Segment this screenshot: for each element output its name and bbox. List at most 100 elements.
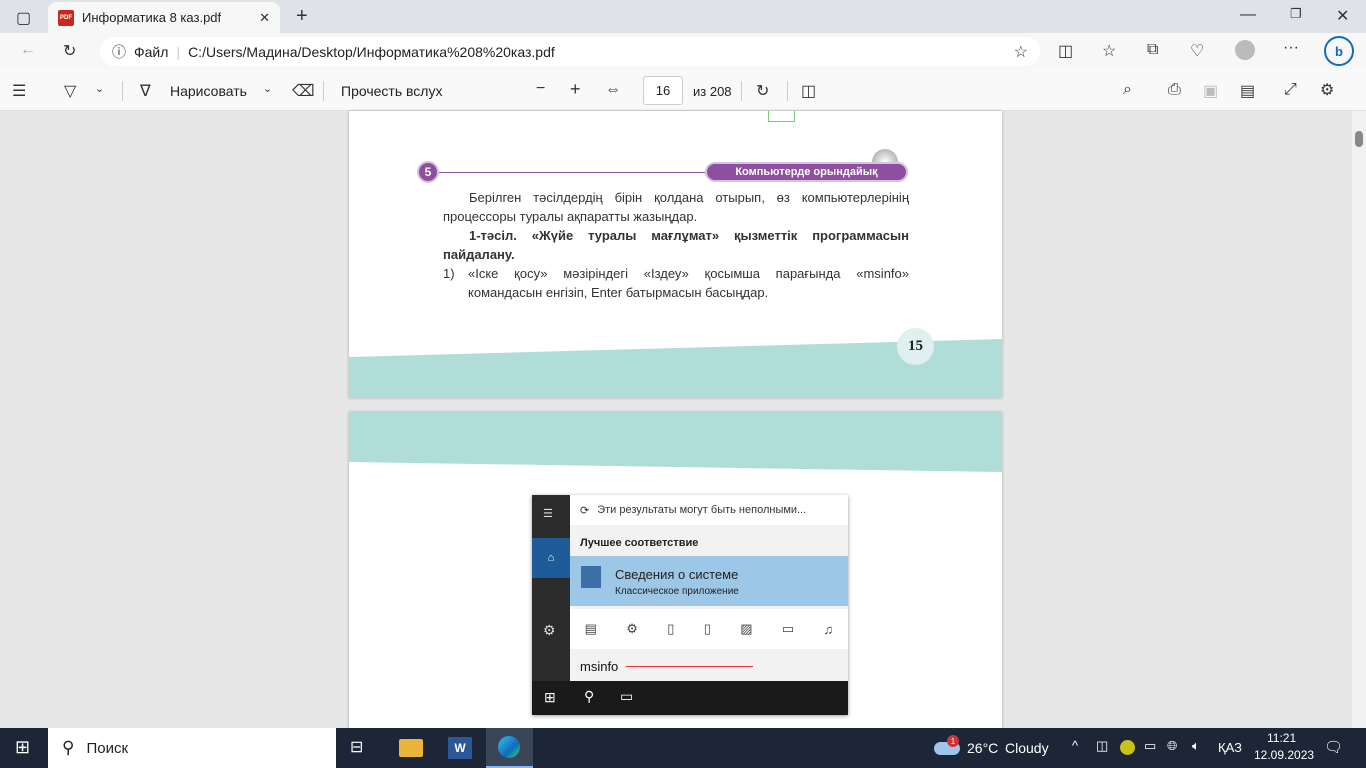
step-text: «Іске қосу» мәзіріндегі «Іздеу» қосымша … — [468, 266, 909, 300]
page-total: из 208 — [693, 84, 732, 99]
minimize-icon[interactable]: — — [1240, 6, 1256, 24]
temperature[interactable]: 26°C — [967, 740, 998, 756]
language-indicator[interactable]: ҚАЗ — [1218, 740, 1242, 755]
print-icon[interactable]: ⎙ — [1168, 81, 1181, 99]
restore-icon[interactable]: ❐ — [1290, 6, 1302, 22]
taskbar: ⊞ ⚲ Поиск ⊟ W 1 26°C Cloudy ^ ◫ ▭ 🌐︎ 🔈︎ Қ… — [0, 728, 1366, 768]
pdf-icon: PDF — [58, 9, 74, 26]
new-tab-icon[interactable]: + — [296, 5, 308, 28]
info-icon: ⓘ — [112, 43, 126, 60]
start-icon[interactable]: ⊞ — [15, 737, 30, 758]
fullscreen-icon[interactable]: ⤢ — [1284, 81, 1297, 99]
step-number: 1) — [443, 266, 455, 281]
zoom-in-icon[interactable]: + — [570, 79, 581, 100]
edge-taskbar-button[interactable] — [486, 728, 533, 768]
url-text: C:/Users/Мадина/Desktop/Информатика%208%… — [188, 43, 555, 60]
draw-chevron-icon[interactable]: ⌄ — [263, 82, 272, 95]
weather-badge: 1 — [947, 735, 959, 747]
search-icon: ⚲ — [584, 688, 595, 704]
section-title-badge: Компьютерде орындайық — [705, 162, 908, 182]
search-icon: ⚲ — [62, 738, 75, 757]
app-name: Сведения о системе — [615, 567, 739, 582]
edge-icon — [498, 736, 520, 758]
weather-text[interactable]: Cloudy — [1005, 740, 1049, 756]
url-prefix: Файл — [134, 43, 169, 60]
arrow-annotation — [626, 666, 753, 667]
fit-width-icon[interactable]: ⇔ — [605, 81, 621, 99]
system-info-icon — [581, 566, 601, 588]
zoom-out-icon[interactable]: − — [536, 80, 545, 98]
save-as-icon[interactable]: ▤ — [1240, 81, 1255, 101]
task-view-icon: ▭ — [620, 688, 634, 704]
app-type: Классическое приложение — [615, 586, 739, 597]
split-screen-icon[interactable]: ◫ — [1058, 41, 1073, 61]
scrollbar-thumb[interactable] — [1355, 131, 1363, 147]
page-number: 15 — [897, 328, 934, 365]
close-window-icon[interactable]: ✕ — [1336, 6, 1349, 26]
draw-button[interactable]: Нарисовать — [170, 83, 247, 99]
favorite-star-icon[interactable]: ☆ — [1014, 42, 1028, 62]
favorites-icon[interactable]: ☆ — [1102, 41, 1116, 61]
clock-date[interactable]: 12.09.2023 — [1254, 748, 1314, 762]
address-bar-row: ← ↻ ⓘ Файл | C:/Users/Мадина/Desktop/Инф… — [0, 33, 1366, 70]
draw-icon[interactable]: ∇ — [140, 81, 151, 101]
chevron-up-icon[interactable]: ^ — [1072, 738, 1078, 753]
notice-text: Эти результаты могут быть неполными... — [597, 504, 807, 516]
read-aloud-button[interactable]: Прочесть вслух — [341, 83, 442, 99]
battery-icon[interactable]: ▭ — [1144, 738, 1156, 754]
home-icon: ⌂ — [532, 538, 570, 578]
method-heading: 1-тәсіл. «Жүйе туралы мағлұмат» қызметті… — [443, 228, 909, 262]
contents-icon[interactable]: ☰ — [12, 81, 26, 101]
settings-icon: ⚙ — [626, 621, 638, 636]
menu-icon: ☰ — [543, 508, 553, 520]
rotate-icon[interactable]: ↻ — [756, 81, 769, 101]
windows-icon: ⊞ — [544, 689, 556, 705]
save-icon[interactable]: ▣ — [1203, 81, 1218, 101]
best-match-label: Лучшее соответствие — [580, 537, 699, 549]
clock-time[interactable]: 11:21 — [1267, 731, 1296, 745]
file-explorer-icon[interactable] — [399, 739, 423, 757]
page-number-input[interactable]: 16 — [643, 76, 683, 105]
pdf-page-15: 5 Компьютерде орындайық Берілген тәсілде… — [349, 111, 1002, 398]
video-icon: ▭ — [781, 621, 795, 636]
camera-icon[interactable]: ◫ — [1096, 738, 1108, 754]
notifications-icon[interactable]: 🗨︎ — [1324, 738, 1343, 756]
tab-actions-icon[interactable]: ▢ — [16, 8, 31, 28]
refresh-icon[interactable]: ↻ — [63, 41, 76, 61]
search-query: msinfo — [580, 659, 619, 674]
document-icon: ▯ — [667, 621, 675, 636]
task-view-icon[interactable]: ⊟ — [350, 737, 363, 757]
scrollbar[interactable] — [1352, 111, 1366, 728]
search-placeholder: Поиск — [86, 739, 129, 757]
address-input[interactable]: ⓘ Файл | C:/Users/Мадина/Desktop/Информа… — [100, 37, 1040, 66]
music-icon: ♫ — [823, 621, 834, 637]
security-app-icon[interactable] — [1120, 740, 1135, 755]
profile-avatar[interactable] — [1235, 40, 1255, 60]
tab-title: Информатика 8 каз.pdf — [82, 10, 222, 25]
search-icon[interactable]: ⌕ — [1123, 81, 1132, 99]
close-tab-icon[interactable]: ✕ — [259, 10, 270, 26]
highlight-icon[interactable]: ▽ — [64, 81, 76, 101]
eraser-icon[interactable]: ⌫ — [292, 81, 315, 101]
tab-active[interactable]: PDF Информатика 8 каз.pdf ✕ — [48, 2, 280, 33]
tablet-icon: ▯ — [703, 621, 711, 636]
image-icon: ▨ — [740, 621, 753, 636]
word-icon[interactable]: W — [448, 737, 472, 759]
extensions-icon[interactable]: ♡ — [1190, 41, 1204, 61]
highlight-chevron-icon[interactable]: ⌄ — [95, 82, 104, 95]
settings-icon[interactable]: ⚙ — [1320, 80, 1334, 100]
section-number-badge: 5 — [417, 161, 439, 183]
network-icon[interactable]: 🌐︎ — [1167, 738, 1177, 754]
sync-icon: ⟳ — [580, 504, 590, 517]
page-view-icon[interactable]: ◫ — [801, 81, 816, 101]
gear-icon: ⚙ — [543, 622, 556, 638]
collections-icon[interactable]: ⧉ — [1147, 41, 1158, 59]
paragraph: Берілген тәсілдердің бірін қолдана отыры… — [443, 190, 909, 224]
apps-icon: ▤ — [584, 621, 597, 636]
taskbar-search[interactable]: ⚲ Поиск — [48, 728, 336, 768]
bing-icon[interactable]: b — [1324, 36, 1354, 66]
more-icon[interactable]: ··· — [1283, 39, 1299, 57]
pdf-toolbar: ☰ ▽ ⌄ ∇ Нарисовать ⌄ ⌫ Прочесть вслух − … — [0, 70, 1366, 111]
volume-icon[interactable]: 🔈︎ — [1192, 738, 1200, 754]
back-icon[interactable]: ← — [20, 41, 36, 59]
